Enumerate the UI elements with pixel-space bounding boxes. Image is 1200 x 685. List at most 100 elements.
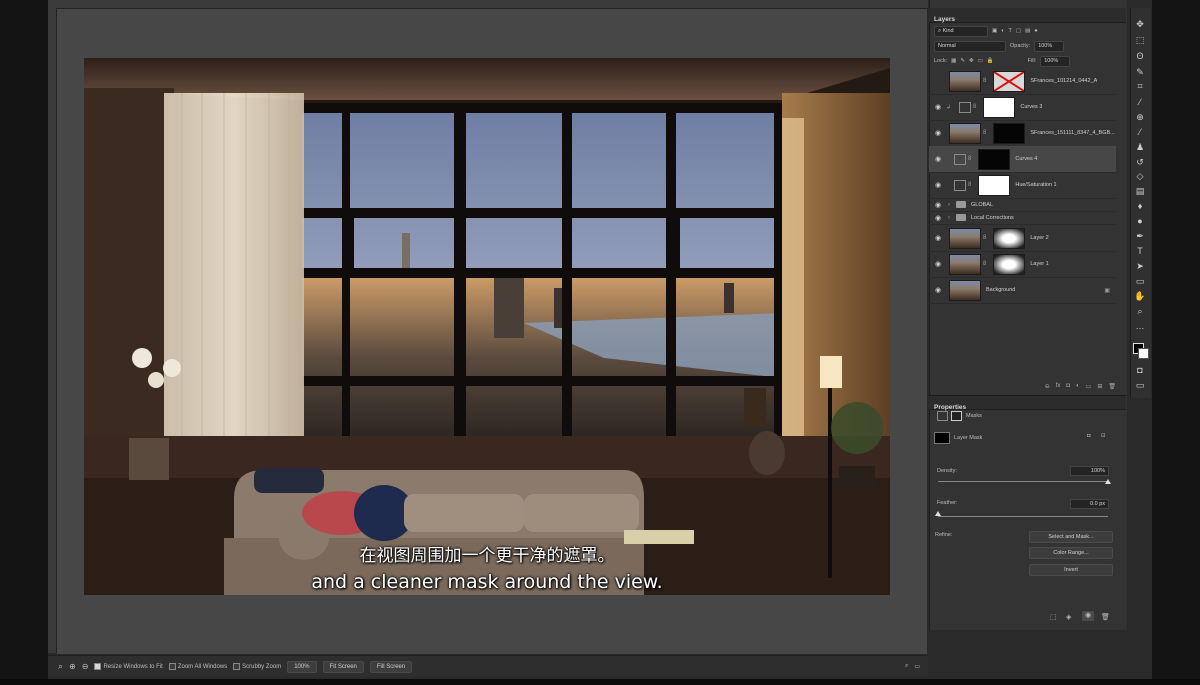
link-icon[interactable]: 8 [983, 130, 986, 136]
filter-toggle-icon[interactable]: ● [1034, 28, 1037, 34]
workspace-icon[interactable]: ▭ [914, 663, 920, 670]
mask-thumbnail[interactable] [978, 174, 1011, 196]
link-icon[interactable]: 8 [968, 156, 971, 162]
feather-slider-handle[interactable] [935, 511, 941, 516]
layer-row[interactable]: ◉ 8 Hue/Saturation 1 [929, 172, 1116, 199]
screen-mode-icon[interactable]: ▭ [1134, 379, 1146, 391]
group-row[interactable]: ◉ › GLOBAL [929, 198, 1116, 212]
eye-icon[interactable]: ◉ [932, 286, 944, 294]
shape-icon[interactable]: ▭ [1134, 275, 1146, 287]
marquee-icon[interactable]: ⬚ [1134, 34, 1146, 46]
color-range-button[interactable]: Color Range... [1029, 547, 1113, 559]
opacity-field[interactable]: 100% [1034, 40, 1065, 52]
disabled-mask-thumbnail[interactable] [993, 70, 1026, 92]
link-layers-icon[interactable]: ⊖ [1045, 383, 1050, 390]
disable-mask-eye-icon[interactable]: ◉ [1082, 611, 1094, 621]
delete-mask-icon[interactable]: 🗑 [1101, 613, 1110, 621]
density-slider[interactable] [938, 481, 1108, 482]
lasso-icon[interactable]: ʘ [1134, 50, 1146, 62]
trash-icon[interactable]: 🗑 [1108, 383, 1116, 390]
zoom-icon[interactable]: ⌕ [1134, 305, 1146, 317]
select-and-mask-button[interactable]: Select and Mask... [1029, 531, 1113, 543]
gradient-icon[interactable]: ▤ [1134, 185, 1146, 197]
feather-field[interactable]: 0.0 px [1070, 499, 1109, 509]
eye-icon[interactable]: ◉ [932, 129, 944, 137]
layer-row[interactable]: ◉ Background ▣ [929, 277, 1116, 304]
add-mask-icon[interactable]: ◘ [1066, 383, 1070, 389]
layer-row[interactable]: ◉ 8 Layer 1 [929, 251, 1116, 278]
eye-icon[interactable]: ◉ [932, 201, 944, 209]
scrubby-zoom-checkbox[interactable]: Scrubby Zoom [233, 663, 281, 670]
lock-transparent-icon[interactable]: ▦ [951, 58, 956, 64]
lock-all-icon[interactable]: 🔒 [987, 58, 994, 64]
eye-icon[interactable]: ◉ [932, 155, 944, 163]
feather-slider[interactable] [938, 516, 1108, 517]
add-pixel-mask-icon[interactable]: ◘ [1087, 433, 1090, 439]
mask-thumbnail[interactable] [983, 96, 1016, 118]
healing-icon[interactable]: ⊕ [1134, 111, 1146, 123]
new-group-icon[interactable]: ▭ [1086, 383, 1092, 390]
mask-thumbnail[interactable] [993, 122, 1026, 144]
quick-select-icon[interactable]: ✎ [1134, 66, 1146, 78]
link-icon[interactable]: 8 [973, 104, 976, 110]
move-icon[interactable]: ✥ [1134, 18, 1146, 30]
resize-windows-checkbox[interactable]: Resize Windows to Fit [94, 663, 163, 670]
type-icon[interactable]: T [1134, 245, 1146, 257]
add-vector-mask-icon[interactable]: ⊡ [1101, 433, 1106, 439]
link-icon[interactable]: 8 [968, 182, 971, 188]
path-select-icon[interactable]: ➤ [1134, 260, 1146, 272]
dodge-icon[interactable]: ● [1134, 215, 1146, 227]
load-selection-icon[interactable]: ⬚ [1050, 613, 1057, 621]
new-layer-icon[interactable]: ⊞ [1097, 383, 1102, 390]
pixel-mask-icon[interactable] [937, 411, 948, 421]
zoom-tool-icon[interactable]: ⌕ [58, 661, 63, 672]
group-row[interactable]: ◉ › Local Corrections [929, 211, 1116, 225]
eye-icon[interactable]: ◉ [932, 181, 944, 189]
lock-paint-icon[interactable]: ✎ [960, 58, 965, 64]
layer-row[interactable]: ◉ 8 SFrances_151111_8347_4_BGB... [929, 120, 1116, 147]
layer-row[interactable]: ◉ ↲ 8 Curves 3 [929, 94, 1116, 121]
quick-mask-icon[interactable]: ◘ [1134, 364, 1146, 376]
fill-field[interactable]: 100% [1040, 55, 1071, 67]
more-icon[interactable]: … [1134, 320, 1146, 332]
fx-icon[interactable]: fx [1056, 383, 1061, 389]
fill-screen-button[interactable]: Fill Screen [369, 660, 413, 673]
filter-type-icon[interactable]: T [1009, 28, 1012, 34]
blend-mode-dropdown[interactable]: Normal [934, 40, 1006, 52]
filter-kind-dropdown[interactable]: ⌕ Kind [934, 25, 988, 37]
search-icon[interactable]: ⌕ [905, 663, 908, 670]
eye-icon[interactable]: ◉ [932, 260, 944, 268]
eye-icon[interactable]: ◉ [932, 214, 944, 222]
chevron-right-icon[interactable]: › [948, 202, 950, 208]
lock-artboard-icon[interactable]: ▭ [978, 58, 983, 64]
link-icon[interactable]: 8 [983, 261, 986, 267]
eye-icon[interactable]: ◉ [932, 234, 944, 242]
document-image[interactable] [84, 58, 890, 595]
blur-icon[interactable]: ♦ [1134, 200, 1146, 212]
eyedropper-icon[interactable]: ⁄ [1134, 96, 1146, 108]
link-icon[interactable]: 8 [983, 235, 986, 241]
filter-shape-icon[interactable]: ▢ [1016, 28, 1021, 34]
link-icon[interactable]: 8 [983, 78, 986, 84]
zoom-all-checkbox[interactable]: Zoom All Windows [168, 663, 227, 670]
invert-button[interactable]: Invert [1029, 564, 1113, 576]
layer-row-selected[interactable]: ◉ 8 Curves 4 [929, 146, 1116, 173]
eraser-icon[interactable]: ◇ [1134, 170, 1146, 182]
filter-pixel-icon[interactable]: ▣ [992, 28, 997, 34]
eye-icon[interactable]: ◉ [932, 103, 944, 111]
density-slider-handle[interactable] [1105, 479, 1111, 484]
filter-smart-icon[interactable]: ▤ [1025, 28, 1030, 34]
chevron-right-icon[interactable]: › [948, 215, 950, 221]
mask-thumbnail[interactable] [993, 227, 1026, 249]
brush-icon[interactable]: ⁄ [1134, 126, 1146, 138]
filter-adjust-icon[interactable]: ◐ [1001, 28, 1004, 34]
vector-mask-icon[interactable] [951, 411, 962, 421]
hand-icon[interactable]: ✋ [1134, 290, 1146, 302]
zoom-100-button[interactable]: 100% [287, 660, 317, 673]
fit-screen-button[interactable]: Fit Screen [322, 660, 364, 673]
mask-thumbnail[interactable] [993, 253, 1026, 275]
history-brush-icon[interactable]: ↺ [1134, 156, 1146, 168]
mask-thumbnail[interactable] [978, 148, 1011, 170]
crop-icon[interactable]: ⌗ [1134, 80, 1146, 92]
zoom-in-icon[interactable]: ⊕ [69, 662, 76, 671]
